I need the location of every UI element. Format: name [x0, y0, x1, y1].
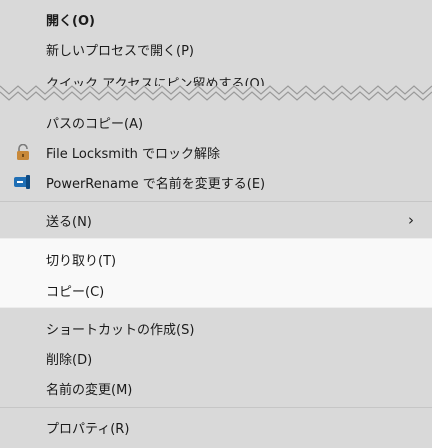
menu-item-open[interactable]: 開く(O)	[0, 4, 432, 34]
menu-item-create-shortcut[interactable]: ショートカットの作成(S)	[0, 313, 432, 343]
menu-item-send-to[interactable]: 送る(N) ›	[0, 205, 432, 235]
lock-icon	[17, 144, 29, 160]
menu-item-cut[interactable]: 切り取り(T)	[0, 244, 432, 274]
menu-item-powerrename[interactable]: PowerRename で名前を変更する(E)	[0, 167, 432, 197]
menu-item-rename[interactable]: 名前の変更(M)	[0, 373, 432, 403]
menu-item-label: 新しいプロセスで開く(P)	[46, 43, 194, 59]
powerrename-icon	[14, 175, 30, 189]
menu-item-delete[interactable]: 削除(D)	[0, 343, 432, 373]
chevron-right-icon: ›	[408, 211, 414, 229]
menu-item-copy-path[interactable]: パスのコピー(A)	[0, 107, 432, 137]
menu-item-label: 開く(O)	[46, 13, 95, 29]
menu-item-label: PowerRename で名前を変更する(E)	[46, 176, 266, 192]
menu-item-label: プロパティ(R)	[46, 421, 130, 437]
menu-item-file-locksmith[interactable]: File Locksmith でロック解除	[0, 137, 432, 167]
menu-item-label: File Locksmith でロック解除	[46, 146, 221, 162]
menu-item-properties[interactable]: プロパティ(R)	[0, 412, 432, 442]
menu-item-label: 名前の変更(M)	[46, 382, 133, 398]
torn-edge-divider	[0, 85, 432, 101]
context-menu: 開く(O) 新しいプロセスで開く(P) クイック アクセスにピン留めする(Q) …	[0, 0, 432, 448]
menu-item-label: パスのコピー(A)	[46, 116, 144, 132]
menu-item-label: コピー(C)	[46, 284, 105, 300]
menu-item-copy[interactable]: コピー(C)	[0, 275, 432, 305]
menu-item-open-new-process[interactable]: 新しいプロセスで開く(P)	[0, 34, 432, 64]
menu-item-label: ショートカットの作成(S)	[46, 322, 195, 338]
separator	[0, 407, 432, 408]
separator	[0, 201, 432, 202]
menu-item-label: 送る(N)	[46, 214, 92, 230]
menu-item-label: 削除(D)	[46, 352, 93, 368]
menu-item-label: 切り取り(T)	[46, 253, 117, 269]
